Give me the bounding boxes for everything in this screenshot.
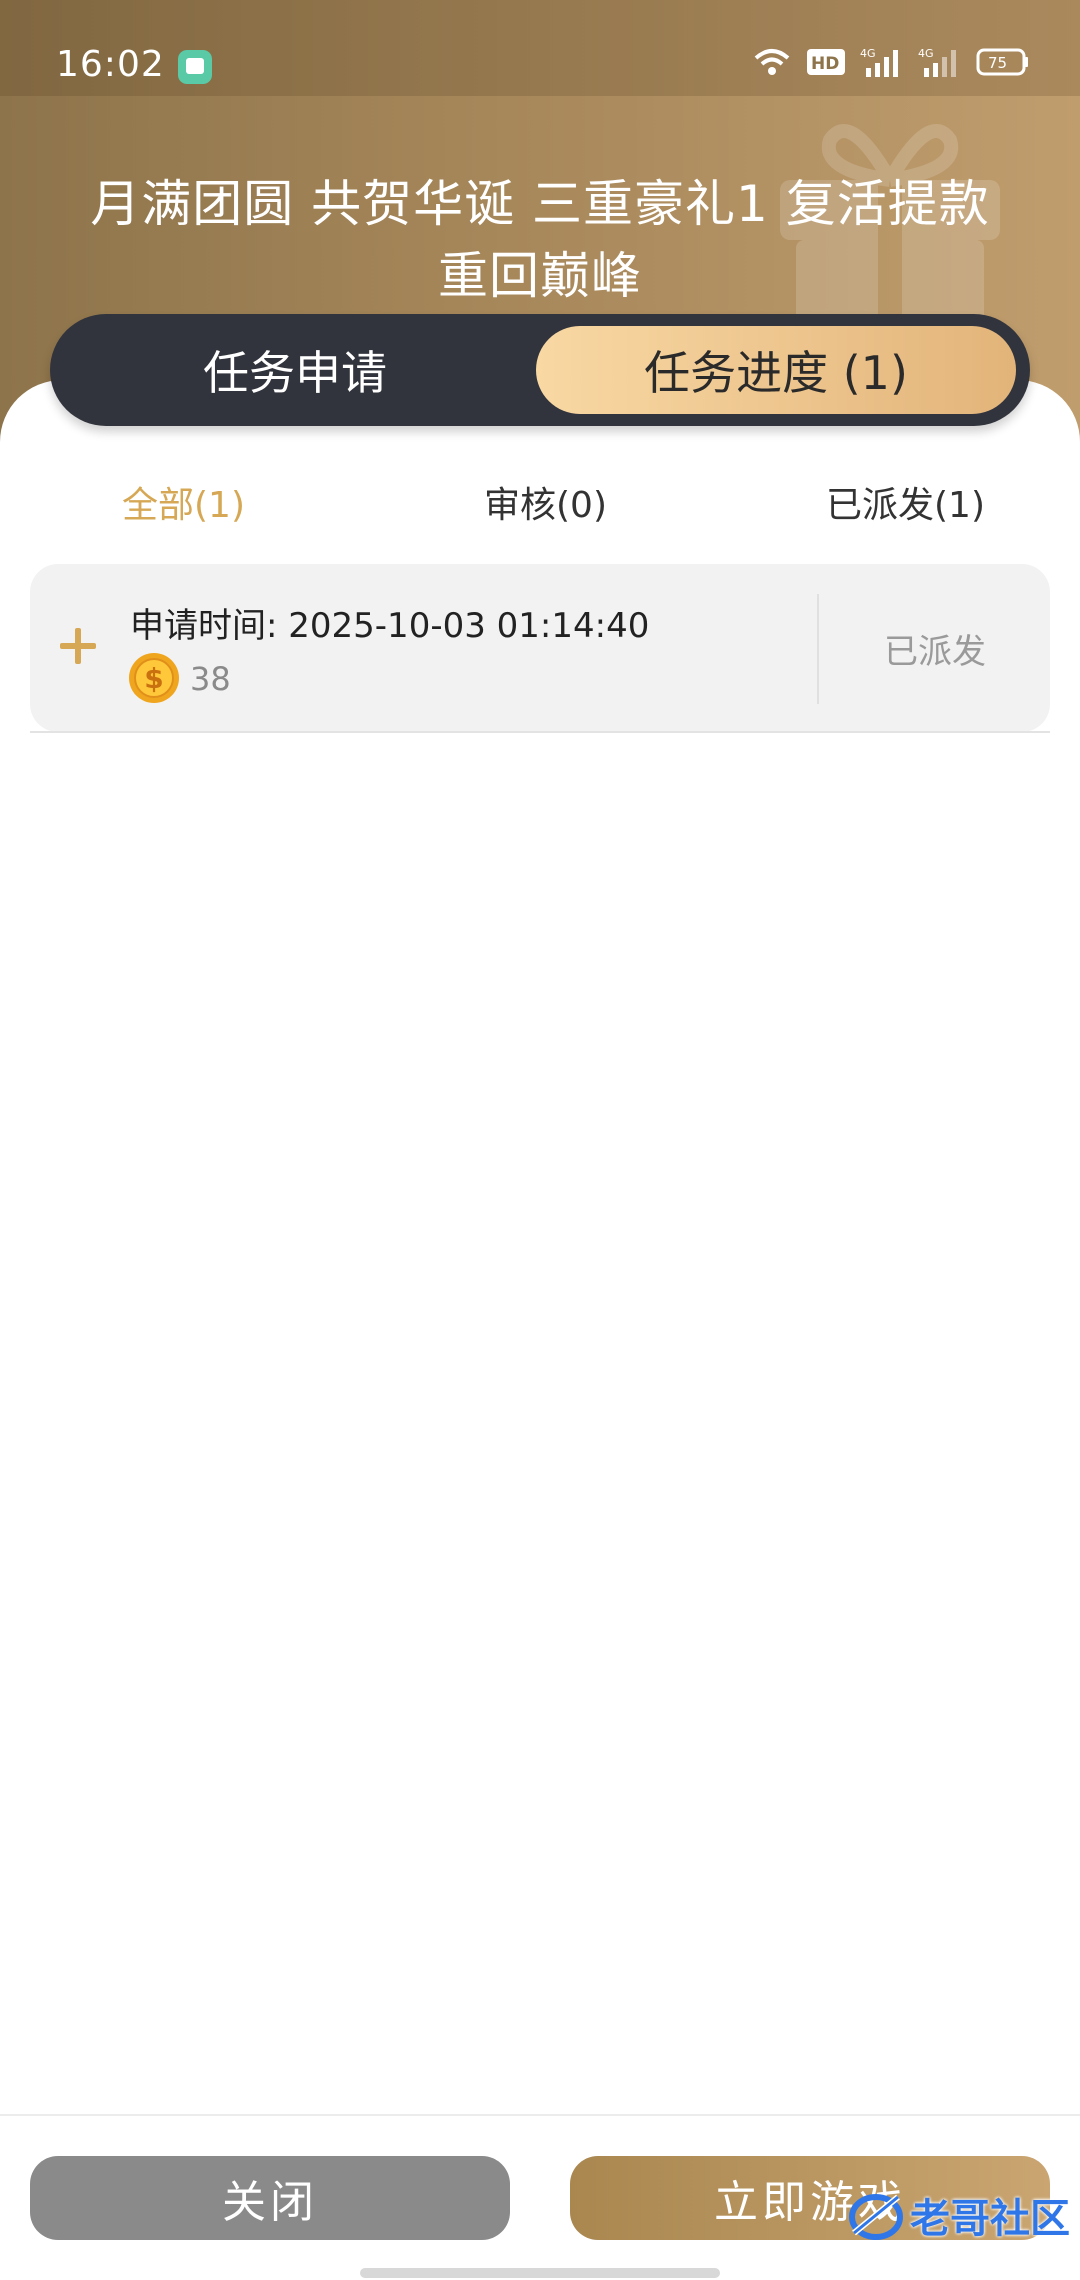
watermark-text: 老哥社区 — [910, 2196, 1070, 2242]
status-time: 16:02 — [56, 44, 165, 85]
page-title-line-1: 月满团圆 共贺华诞 三重豪礼1 复活提款 — [90, 175, 990, 233]
footer-divider — [0, 2114, 1080, 2116]
record-status: 已派发 — [884, 631, 986, 672]
svg-text:4G: 4G — [918, 47, 934, 60]
expand-plus-icon[interactable] — [58, 626, 98, 666]
watermark: 老哥社区 — [846, 2186, 1070, 2244]
hd-icon: HD — [807, 49, 845, 75]
svg-text:$: $ — [144, 662, 163, 695]
tab-task-apply[interactable]: 任务申请 — [50, 314, 540, 426]
record-divider — [817, 594, 819, 704]
home-indicator[interactable] — [360, 2268, 720, 2278]
close-button[interactable]: 关闭 — [30, 2156, 510, 2240]
battery-icon: 75 — [976, 48, 1028, 76]
wifi-icon — [754, 49, 790, 75]
status-bar: 16:02 HD 4G 4G 75 — [0, 0, 1080, 96]
app-notification-icon — [178, 50, 212, 84]
coin-icon: $ — [129, 653, 179, 703]
task-tab-switch: 任务申请 任务进度 (1) — [50, 314, 1030, 426]
filter-review[interactable]: 审核(0) — [484, 476, 607, 528]
status-indicators: HD 4G 4G 75 — [752, 46, 1030, 78]
page-title: 月满团圆 共贺华诞 三重豪礼1 复活提款 重回巅峰 — [0, 168, 1080, 312]
page-title-line-2: 重回巅峰 — [438, 247, 642, 305]
record-separator — [30, 731, 1050, 733]
signal-4g-icon-2: 4G — [918, 47, 956, 77]
watermark-logo-icon — [849, 2194, 903, 2240]
filter-all[interactable]: 全部(1) — [122, 476, 245, 528]
svg-text:4G: 4G — [860, 47, 876, 60]
record-amount: 38 — [190, 660, 231, 698]
record-card[interactable]: 申请时间: 2025-10-03 01:14:40 $ 38 已派发 — [30, 564, 1050, 732]
signal-4g-icon: 4G — [860, 47, 898, 77]
record-apply-time: 申请时间: 2025-10-03 01:14:40 — [130, 606, 650, 646]
svg-text:HD: HD — [811, 54, 839, 74]
tab-task-progress[interactable]: 任务进度 (1) — [536, 326, 1016, 414]
svg-text:75: 75 — [988, 54, 1007, 72]
filter-dispatched[interactable]: 已派发(1) — [826, 476, 985, 528]
